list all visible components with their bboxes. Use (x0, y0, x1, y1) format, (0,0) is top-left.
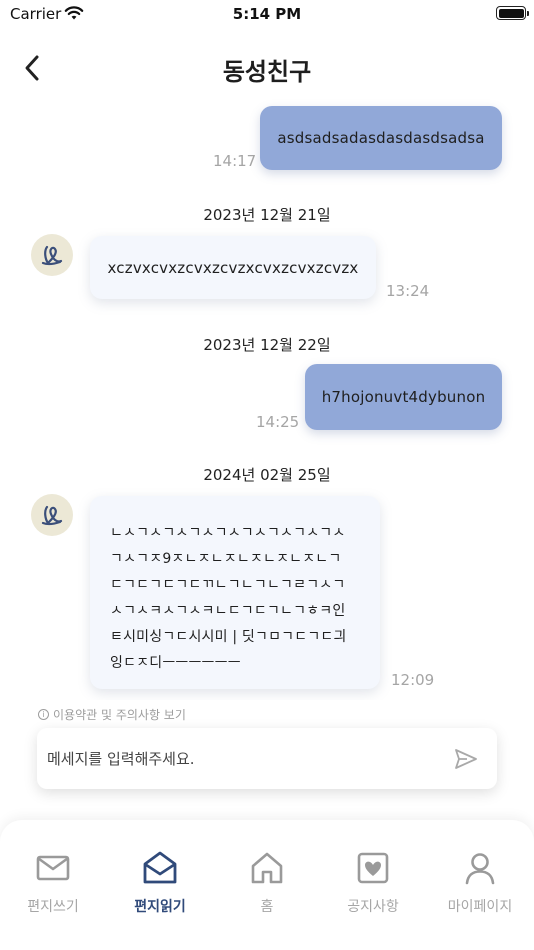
message-text: asdsadsadasdasdasdsadsa (277, 129, 485, 147)
message-time: 14:17 (213, 152, 257, 170)
avatar[interactable] (31, 494, 73, 536)
logo-icon (41, 505, 63, 526)
my-message-bubble[interactable]: asdsadsadasdasdasdsadsa (260, 106, 502, 170)
their-message-bubble[interactable]: xczvxcvxzcvxzcvzxcvxzcvxzcvzx (90, 236, 376, 299)
date-separator: 2024년 02월 25일 (203, 466, 331, 484)
date-separator: 2023년 12월 21일 (203, 206, 331, 224)
page-title: 동성친구 (222, 58, 312, 86)
tab-home[interactable]: 홈 (217, 850, 317, 916)
date-separator: 2023년 12월 22일 (203, 336, 331, 354)
tab-label: 공지사항 (347, 899, 399, 915)
tab-my-page[interactable]: 마이페이지 (430, 850, 530, 916)
logo-icon (41, 245, 63, 266)
tab-label: 편지쓰기 (27, 899, 79, 915)
tab-label: 홈 (260, 899, 274, 915)
message-text: h7hojonuvt4dybunon (321, 388, 486, 406)
send-icon (455, 749, 477, 769)
tab-label: 마이페이지 (447, 899, 513, 915)
mail-icon (36, 855, 70, 881)
tab-write-letter[interactable]: 편지쓰기 (3, 850, 103, 916)
message-text: xczvxcvxzcvxzcvzxcvxzcvxzcvzx (107, 258, 359, 277)
home-icon (251, 852, 283, 884)
battery-icon (496, 6, 529, 20)
status-bar: Carrier 5:14 PM (0, 0, 534, 30)
message-time: 12:09 (391, 671, 435, 689)
avatar[interactable] (31, 234, 73, 276)
message-input[interactable] (47, 728, 427, 789)
message-time: 13:24 (386, 282, 430, 300)
tab-label: 편지읽기 (134, 899, 186, 915)
their-message-bubble[interactable]: ㄴㅅㄱㅅㄱㅅㄱㅅㄱㅅㄱㅅㄱㅅㄱㅅㄱㅅ ㄱㅅㄱㅈ9ㅈㄴㅈㄴㅈㄴㅈㄴㅈㄴㅈㄴㄱ ㄷㄱ… (90, 496, 380, 689)
tab-read-letter[interactable]: 편지읽기 (110, 850, 210, 916)
terms-label: 이용약관 및 주의사항 보기 (53, 708, 186, 722)
terms-link[interactable]: i 이용약관 및 주의사항 보기 (38, 706, 186, 723)
clock: 5:14 PM (232, 5, 302, 23)
mail-open-icon (143, 851, 177, 884)
tab-notices[interactable]: 공지사항 (323, 850, 423, 916)
user-icon (465, 853, 495, 885)
my-message-bubble[interactable]: h7hojonuvt4dybunon (305, 364, 502, 430)
message-composer (37, 728, 497, 789)
message-time: 14:25 (256, 413, 300, 431)
chat-message-list[interactable]: asdsadsadasdasdasdsadsa 14:17 2023년 12월 … (0, 96, 534, 700)
info-icon: i (38, 709, 49, 720)
heart-frame-icon (357, 852, 389, 884)
header: 동성친구 (0, 40, 534, 96)
bottom-tab-bar: 편지쓰기 편지읽기 홈 공지사항 마이페이지 (0, 820, 534, 950)
message-text: ㄴㅅㄱㅅㄱㅅㄱㅅㄱㅅㄱㅅㄱㅅㄱㅅㄱㅅ ㄱㅅㄱㅈ9ㅈㄴㅈㄴㅈㄴㅈㄴㅈㄴㅈㄴㄱ ㄷㄱ… (110, 525, 347, 671)
send-button[interactable] (453, 746, 479, 772)
